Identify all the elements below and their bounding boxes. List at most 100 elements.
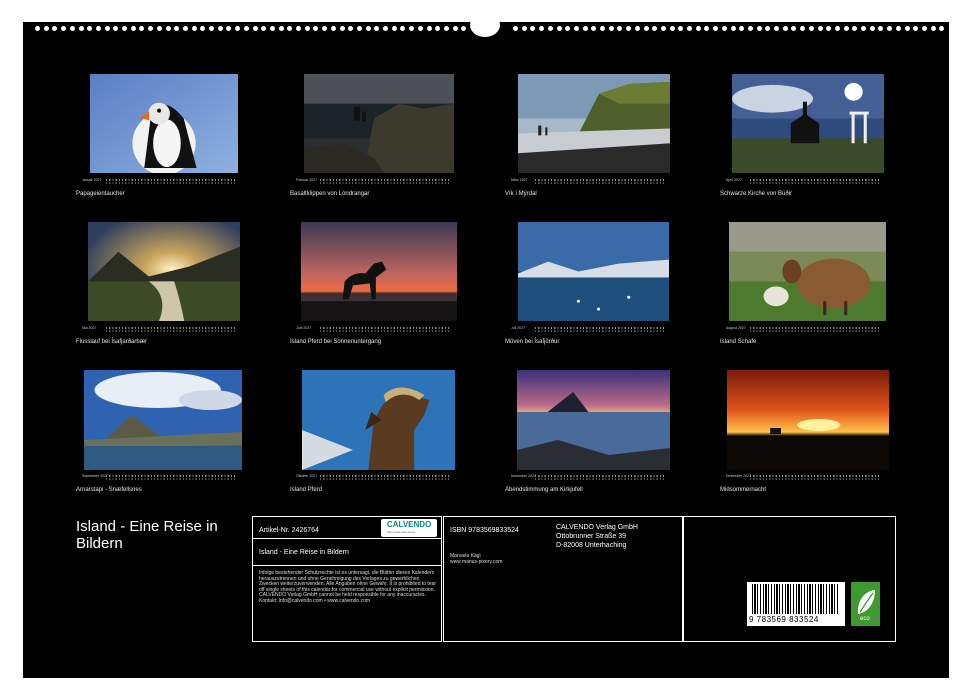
photo-caption: Möven bei Ísafjörður <box>505 339 560 345</box>
binding-hole <box>452 26 458 31</box>
binding-hole <box>826 26 832 31</box>
binding-hole <box>104 26 110 31</box>
photo-caption: Arnarstapi - Snæfellsnes <box>76 487 142 493</box>
binding-hole <box>287 26 293 31</box>
binding-hole <box>61 26 67 31</box>
binding-hole <box>417 26 423 31</box>
binding-hole <box>122 26 127 31</box>
binding-hole <box>765 26 771 31</box>
binding-hole <box>209 26 214 31</box>
binding-hole <box>43 26 49 31</box>
binding-hole <box>600 26 605 31</box>
calendar-title: Island - Eine Reise in Bildern <box>76 518 218 552</box>
binding-hole <box>834 26 840 31</box>
binding-hole <box>895 26 901 31</box>
photo-11 <box>517 370 670 470</box>
binding-hole <box>409 26 415 31</box>
photo-caption: Midsommernacht <box>720 487 767 493</box>
mini-calendar: November 2027 <box>511 474 671 482</box>
month-label: Februar 2027 <box>296 178 318 182</box>
binding-hole <box>443 26 449 31</box>
month-label: Mai 2027 <box>82 326 97 330</box>
binding-hole <box>174 26 180 31</box>
author-website: www.manus-pixery.com <box>450 559 503 565</box>
publisher-city: D-82008 Unterhaching <box>556 542 627 549</box>
binding-hole <box>573 26 579 31</box>
binding-hole <box>565 26 571 31</box>
calendar-weekdays <box>106 330 236 332</box>
binding-hole <box>678 26 684 31</box>
mini-calendar: Oktober 2027 <box>296 474 456 482</box>
mini-calendar: Juli 2027 <box>511 326 671 334</box>
binding-hole <box>148 26 154 31</box>
binding-hole <box>165 26 171 31</box>
binding-hole <box>182 26 188 31</box>
month-label: Oktober 2027 <box>296 474 318 478</box>
binding-hole <box>226 26 232 31</box>
calendar-weekdays <box>750 330 880 332</box>
photo-caption: Island Schafe <box>720 339 757 345</box>
hanger-hole <box>470 13 500 37</box>
article-number: Artikel-Nr. 2426764 <box>259 527 319 534</box>
month-label: Juli 2027 <box>511 326 526 330</box>
binding-hole <box>461 26 467 31</box>
binding-hole <box>400 26 406 31</box>
calendar-weekdays <box>320 182 450 184</box>
binding-hole <box>217 26 223 31</box>
photo-2 <box>304 74 454 173</box>
binding-hole <box>782 26 788 31</box>
binding-hole <box>878 26 884 31</box>
publisher-street: Ottobrunner Straße 39 <box>556 533 627 540</box>
photo-caption: Flusslauf bei Ísafjarðarbær <box>76 339 148 345</box>
mini-calendar: Februar 2027 <box>296 178 456 186</box>
binding-hole <box>278 26 284 31</box>
month-label: Dezember 2027 <box>726 474 751 478</box>
binding-hole <box>843 26 849 31</box>
binding-hole <box>695 26 701 31</box>
mini-calendar: April 2027 <box>726 178 886 186</box>
binding-hole <box>356 26 362 31</box>
binding-hole <box>591 26 597 31</box>
mini-calendar: Januar 2027 <box>82 178 242 186</box>
binding-hole <box>556 26 562 31</box>
binding-hole <box>756 26 762 31</box>
photo-6 <box>301 222 457 321</box>
binding-hole <box>687 26 692 31</box>
photo-caption: Island Pferd bei Sonnenuntergang <box>290 339 382 345</box>
photo-caption: Island Pferd <box>290 487 323 493</box>
photo-9 <box>84 370 242 470</box>
barcode-number: 9 783569 833524 <box>749 615 819 624</box>
info-divider <box>252 538 442 539</box>
binding-hole <box>35 26 40 31</box>
photo-caption: Basaltklippen von Lóndrangar <box>290 191 370 197</box>
photo-caption: Vík í Mýrdal <box>505 191 537 197</box>
binding-hole <box>747 26 753 31</box>
binding-hole <box>582 26 588 31</box>
binding-hole <box>869 26 875 31</box>
calvendo-logo: CALVENDO Mein Kalenderverlag <box>381 519 437 537</box>
photo-4 <box>732 74 884 173</box>
binding-hole <box>930 26 936 31</box>
photo-10 <box>302 370 455 470</box>
photo-3 <box>518 74 670 173</box>
calendar-weekdays <box>320 478 450 480</box>
binding-hole <box>391 26 397 31</box>
photo-caption: Abendstimmung am Kirkjufell <box>505 487 583 493</box>
binding-hole <box>339 26 345 31</box>
binding-hole <box>200 26 206 31</box>
binding-hole <box>235 26 241 31</box>
binding-hole <box>634 26 640 31</box>
binding-hole <box>269 26 275 31</box>
binding-hole <box>52 26 58 31</box>
binding-hole <box>513 26 518 31</box>
binding-hole <box>330 26 336 31</box>
binding-hole <box>383 26 388 31</box>
calendar-subtitle: Island - Eine Reise in Bildern <box>259 549 349 556</box>
binding-hole <box>521 26 527 31</box>
calendar-weekdays <box>320 330 450 332</box>
binding-hole <box>130 26 136 31</box>
binding-hole <box>348 26 354 31</box>
binding-hole <box>660 26 666 31</box>
isbn: ISBN 9783569833524 <box>450 527 519 534</box>
binding-hole <box>69 26 75 31</box>
